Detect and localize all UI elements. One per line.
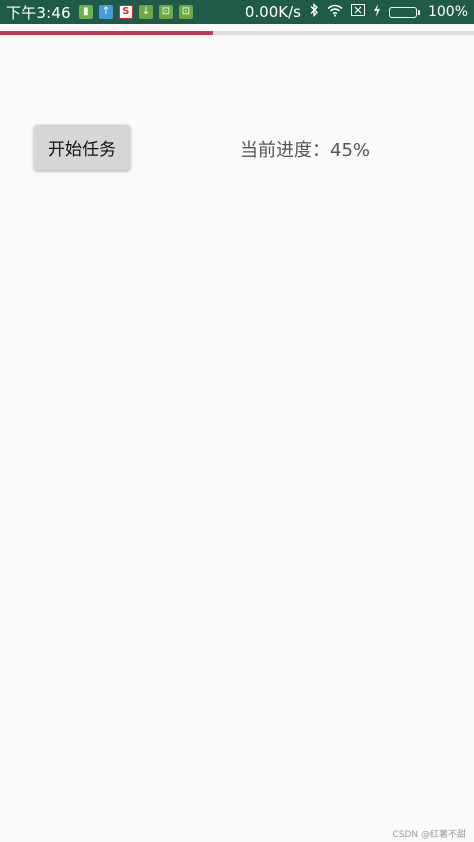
android-icon: ⊡ [178, 5, 193, 19]
weibo-icon: S [118, 5, 133, 19]
android-icon: ⊡ [158, 5, 173, 19]
watermark: CSDN @红薯不甜 [392, 830, 466, 840]
clock: 下午3:46 [6, 3, 71, 22]
status-bar-left: 下午3:46 ▮ ↑ S ↓ ⊡ ⊡ [6, 2, 193, 23]
progress-bar-fill [0, 31, 214, 35]
battery-body [388, 6, 417, 18]
charging-icon [373, 3, 381, 21]
battery-icon [388, 6, 420, 18]
download-icon: ↓ [138, 5, 153, 19]
upload-icon: ↑ [98, 5, 113, 19]
sim-card-icon: ▮ [78, 5, 93, 19]
wifi-icon [327, 4, 343, 21]
bluetooth-icon [309, 2, 319, 21]
progress-status-text: 当前进度：45% [240, 140, 371, 161]
start-task-button[interactable]: 开始任务 [34, 125, 130, 170]
no-sim-icon [350, 4, 365, 20]
progress-bar [0, 31, 474, 35]
status-bar: 下午3:46 ▮ ↑ S ↓ ⊡ ⊡ 0.00K/s 100% [0, 0, 474, 24]
network-speed: 0.00K/s [244, 3, 301, 21]
battery-percent: 100% [427, 4, 468, 20]
battery-tip [417, 9, 420, 15]
status-bar-right: 0.00K/s 100% [244, 2, 468, 21]
